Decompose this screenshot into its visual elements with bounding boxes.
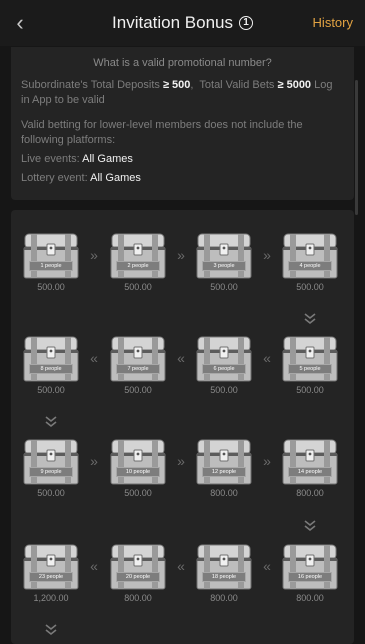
treasure-chest-icon xyxy=(21,438,81,486)
reward-chest-item[interactable]: 18 people 800.00 xyxy=(194,543,254,603)
people-count-label: 2 people xyxy=(116,261,160,271)
treasure-chest-icon xyxy=(21,232,81,280)
reward-amount: 500.00 xyxy=(37,282,65,292)
people-count-label: 7 people xyxy=(116,364,160,374)
people-count-label: 4 people xyxy=(288,261,332,271)
double-chevron-right-icon: » xyxy=(263,247,271,263)
treasure-chest-icon xyxy=(21,543,81,591)
reward-chest-item[interactable]: 3 people 500.00 xyxy=(194,232,254,292)
treasure-chest-icon xyxy=(108,335,168,383)
treasure-chest-icon xyxy=(280,438,340,486)
reward-amount: 800.00 xyxy=(296,593,324,603)
people-count-label: 1 people xyxy=(29,261,73,271)
reward-amount: 800.00 xyxy=(210,488,238,498)
rules-note: Valid betting for lower-level members do… xyxy=(21,119,303,146)
treasure-chest-icon xyxy=(280,543,340,591)
people-count-label: 12 people xyxy=(202,467,246,477)
treasure-chest-icon xyxy=(21,335,81,383)
double-chevron-down-icon xyxy=(304,520,316,532)
double-chevron-down-icon xyxy=(304,313,316,325)
reward-amount: 1,200.00 xyxy=(33,593,69,603)
people-count-label: 14 people xyxy=(288,467,332,477)
double-chevron-left-icon: « xyxy=(263,558,271,574)
reward-amount: 500.00 xyxy=(124,385,152,395)
reward-chest-item[interactable]: 20 people 800.00 xyxy=(108,543,168,603)
reward-chest-item[interactable]: 16 people 800.00 xyxy=(280,543,340,603)
rules-card: What is a valid promotional number? Subo… xyxy=(11,47,354,200)
double-chevron-right-icon: » xyxy=(177,247,185,263)
double-chevron-left-icon: « xyxy=(177,558,185,574)
people-count-label: 9 people xyxy=(29,467,73,477)
reward-chest-item[interactable]: 7 people 500.00 xyxy=(108,335,168,395)
double-chevron-left-icon: « xyxy=(90,558,98,574)
double-chevron-right-icon: » xyxy=(90,453,98,469)
rules-live-events: Live events: All Games xyxy=(21,153,133,165)
top-bar: ‹ Invitation Bonus 1 History xyxy=(0,0,365,46)
treasure-chest-icon xyxy=(194,438,254,486)
reward-amount: 500.00 xyxy=(210,385,238,395)
reward-amount: 500.00 xyxy=(296,282,324,292)
reward-chest-item[interactable]: 2 people 500.00 xyxy=(108,232,168,292)
treasure-chest-icon xyxy=(280,335,340,383)
treasure-chest-icon xyxy=(108,438,168,486)
people-count-label: 20 people xyxy=(116,572,160,582)
reward-chest-item[interactable]: 12 people 800.00 xyxy=(194,438,254,498)
reward-chest-item[interactable]: 8 people 500.00 xyxy=(21,335,81,395)
reward-chest-item[interactable]: 1 people 500.00 xyxy=(21,232,81,292)
treasure-chest-icon xyxy=(194,335,254,383)
reward-amount: 500.00 xyxy=(37,488,65,498)
treasure-chest-icon xyxy=(108,543,168,591)
double-chevron-right-icon: » xyxy=(263,453,271,469)
page-title-text: Invitation Bonus xyxy=(112,13,233,32)
double-chevron-left-icon: « xyxy=(90,350,98,366)
double-chevron-left-icon: « xyxy=(177,350,185,366)
people-count-label: 16 people xyxy=(288,572,332,582)
reward-chest-item[interactable]: 14 people 800.00 xyxy=(280,438,340,498)
people-count-label: 3 people xyxy=(202,261,246,271)
reward-chest-item[interactable]: 10 people 500.00 xyxy=(108,438,168,498)
reward-amount: 500.00 xyxy=(210,282,238,292)
treasure-chest-icon xyxy=(194,543,254,591)
reward-amount: 500.00 xyxy=(296,385,324,395)
reward-chest-item[interactable]: 9 people 500.00 xyxy=(21,438,81,498)
reward-amount: 500.00 xyxy=(124,488,152,498)
rules-question: What is a valid promotional number? xyxy=(93,57,272,69)
rules-lottery-events: Lottery event: All Games xyxy=(21,172,141,184)
reward-chest-item[interactable]: 23 people 1,200.00 xyxy=(21,543,81,603)
reward-amount: 800.00 xyxy=(296,488,324,498)
scrollbar[interactable] xyxy=(355,80,358,215)
reward-grid: 1 people 500.00 2 people 500.00 3 people 50… xyxy=(11,210,354,644)
reward-amount: 800.00 xyxy=(124,593,152,603)
people-count-label: 18 people xyxy=(202,572,246,582)
history-link[interactable]: History xyxy=(313,15,353,30)
people-count-label: 23 people xyxy=(29,572,73,582)
info-circle-icon[interactable]: 1 xyxy=(238,16,253,30)
double-chevron-left-icon: « xyxy=(263,350,271,366)
reward-chest-item[interactable]: 4 people 500.00 xyxy=(280,232,340,292)
page-title: Invitation Bonus 1 xyxy=(0,13,365,33)
people-count-label: 5 people xyxy=(288,364,332,374)
double-chevron-down-icon xyxy=(45,624,57,636)
people-count-label: 10 people xyxy=(116,467,160,477)
reward-amount: 500.00 xyxy=(37,385,65,395)
reward-amount: 500.00 xyxy=(124,282,152,292)
reward-chest-item[interactable]: 6 people 500.00 xyxy=(194,335,254,395)
people-count-label: 6 people xyxy=(202,364,246,374)
double-chevron-right-icon: » xyxy=(177,453,185,469)
double-chevron-down-icon xyxy=(45,416,57,428)
people-count-label: 8 people xyxy=(29,364,73,374)
reward-amount: 800.00 xyxy=(210,593,238,603)
treasure-chest-icon xyxy=(194,232,254,280)
treasure-chest-icon xyxy=(280,232,340,280)
rules-requirement: Subordinate's Total Deposits ≥ 500, Tota… xyxy=(21,79,333,106)
double-chevron-right-icon: » xyxy=(90,247,98,263)
reward-chest-item[interactable]: 5 people 500.00 xyxy=(280,335,340,395)
treasure-chest-icon xyxy=(108,232,168,280)
